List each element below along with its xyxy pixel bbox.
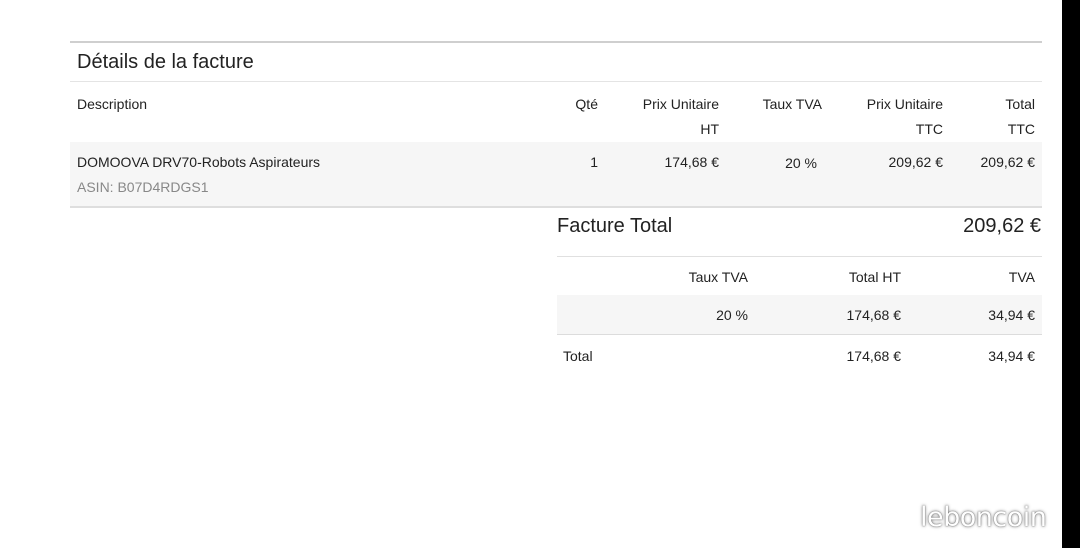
tva-row-total-ht: 174,68 € [846,307,902,323]
tva-total-total-ht: 174,68 € [846,348,902,364]
item-prix-ht: 174,68 € [664,154,720,170]
facture-total-label: Facture Total [557,215,673,237]
col-taux-tva: Taux TVA [762,96,822,112]
invoice-page: Détails de la facture Description Qté Pr… [0,0,1062,548]
col-prix-ttc-line1: Prix Unitaire [866,96,943,112]
item-taux-tva: 20 % [785,155,817,171]
facture-total-value: 209,62 € [963,215,1041,237]
leboncoin-watermark: leboncoin [920,502,1047,533]
tva-row-divider [557,334,1042,335]
item-prix-ttc: 209,62 € [888,154,944,170]
col-prix-ht-line1: Prix Unitaire [642,96,719,112]
total-divider [557,256,1042,257]
col-qte: Qté [575,96,598,112]
col-description: Description [77,96,148,112]
item-asin: ASIN: B07D4RDGS1 [77,179,209,195]
header-divider [70,81,1042,82]
item-row-divider [70,206,1042,208]
col-prix-ht-line2: HT [700,121,719,137]
tva-header-taux: Taux TVA [688,269,748,285]
tva-header-tva: TVA [1008,269,1035,285]
item-total-ttc: 209,62 € [980,154,1036,170]
col-total-line2: TTC [1007,121,1035,137]
top-divider [70,41,1042,43]
tva-total-tva: 34,94 € [988,348,1035,364]
item-row [70,142,1042,206]
tva-row-tva: 34,94 € [988,307,1035,323]
tva-row-taux: 20 % [716,307,748,323]
tva-total-label: Total [563,348,593,364]
item-qte: 1 [590,154,598,170]
page-title: Détails de la facture [77,51,254,73]
col-total-line1: Total [1005,96,1035,112]
tva-header-total-ht: Total HT [848,269,901,285]
item-description: DOMOOVA DRV70-Robots Aspirateurs [77,154,321,170]
col-prix-ttc-line2: TTC [915,121,943,137]
